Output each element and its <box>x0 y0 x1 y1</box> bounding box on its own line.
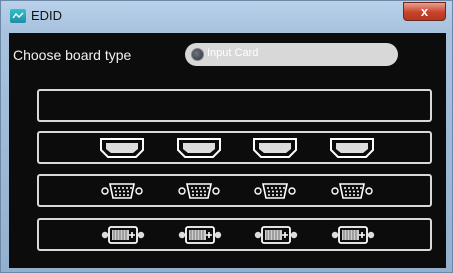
client-area: Choose board type Input Card <box>9 33 446 268</box>
board-type-label: Choose board type <box>13 47 132 63</box>
window-title: EDID <box>31 8 63 23</box>
board-type-value: Input Card <box>207 47 259 59</box>
close-icon: x <box>420 4 429 19</box>
dvi-port-icon[interactable] <box>178 225 222 245</box>
app-icon <box>10 9 26 23</box>
close-button[interactable]: x <box>403 2 446 21</box>
hdmi-port-icon[interactable] <box>329 137 375 159</box>
board-type-select[interactable]: Input Card <box>185 43 398 66</box>
hdmi-panel <box>37 131 432 164</box>
dvi-panel <box>37 218 432 251</box>
vga-port-icon[interactable] <box>178 181 220 201</box>
empty-panel <box>37 89 432 122</box>
vga-port-icon[interactable] <box>331 181 373 201</box>
title-bar[interactable]: EDID x <box>1 1 452 33</box>
hdmi-port-icon[interactable] <box>176 137 222 159</box>
edid-window: EDID x Choose board type Input Card <box>0 0 453 273</box>
hdmi-port-icon[interactable] <box>99 137 145 159</box>
radio-indicator-icon <box>191 48 204 61</box>
dvi-port-icon[interactable] <box>254 225 298 245</box>
hdmi-port-icon[interactable] <box>252 137 298 159</box>
vga-port-icon[interactable] <box>101 181 143 201</box>
dvi-port-icon[interactable] <box>101 225 145 245</box>
vga-port-icon[interactable] <box>254 181 296 201</box>
vga-panel <box>37 174 432 207</box>
dvi-port-icon[interactable] <box>331 225 375 245</box>
